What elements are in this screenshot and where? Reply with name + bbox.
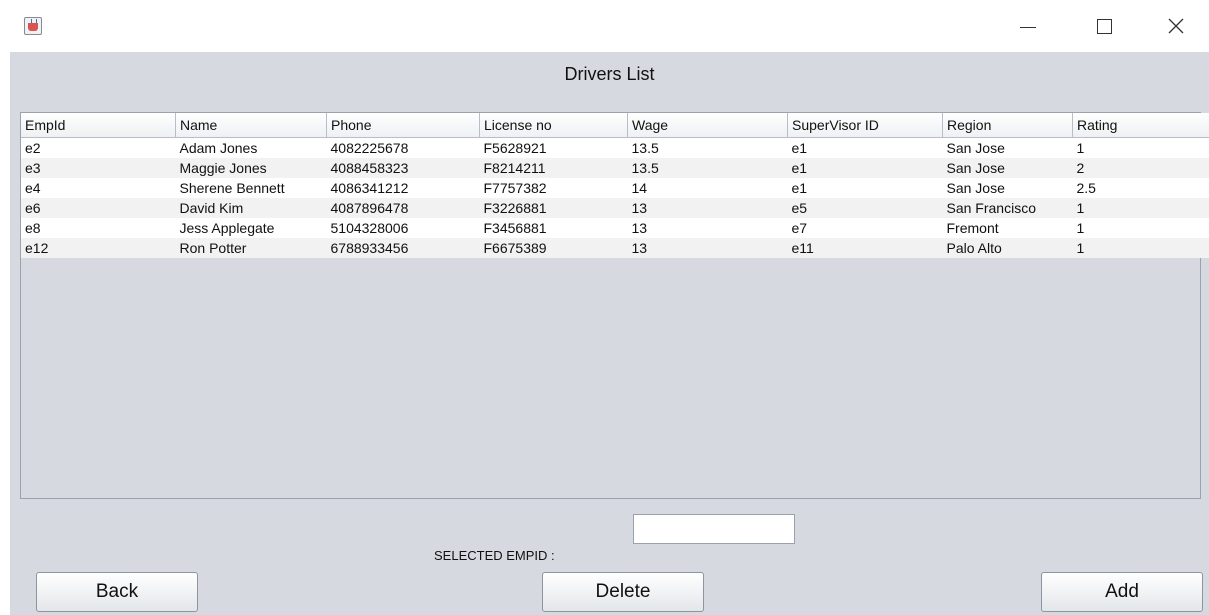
table-row[interactable]: e3 Maggie Jones 4088458323 F8214211 13.5 e1 Sa… — [21, 158, 1209, 178]
minimize-icon[interactable] — [1016, 14, 1040, 38]
table-cell: 2 — [1072, 158, 1209, 178]
table-cell: 4086341212 — [326, 178, 480, 198]
table-cell: F7757382 — [479, 178, 628, 198]
table-cell: San Jose — [942, 158, 1073, 178]
table-cell: F8214211 — [479, 158, 628, 178]
table-cell: 1 — [1072, 198, 1209, 218]
column-header[interactable]: SuperVisor ID — [787, 113, 943, 138]
table-row[interactable]: e4 Sherene Bennett 4086341212 F7757382 14 e1 S… — [21, 178, 1209, 198]
table-cell: David Kim — [175, 198, 327, 218]
table-cell: e5 — [787, 198, 943, 218]
back-button[interactable]: Back — [36, 572, 198, 612]
page-title: Drivers List — [564, 64, 655, 84]
delete-button[interactable]: Delete — [542, 572, 704, 612]
drivers-table-scroll-pane[interactable]: EmpId Name Phone License no Wage SuperVisor I… — [20, 112, 1209, 499]
table-cell: 4087896478 — [326, 198, 480, 218]
table-cell: F5628921 — [479, 137, 628, 158]
table-cell: 4088458323 — [326, 158, 480, 178]
table-cell: 13 — [627, 198, 788, 218]
column-header[interactable]: EmpId — [21, 113, 176, 138]
table-cell: Maggie Jones — [175, 158, 327, 178]
drivers-table: EmpId Name Phone License no Wage SuperVisor I… — [21, 113, 1209, 258]
table-cell: 1 — [1072, 137, 1209, 158]
column-header[interactable]: Region — [942, 113, 1073, 138]
table-row[interactable]: e12 Ron Potter 6788933456 F6675389 13 e11 Palo… — [21, 238, 1209, 258]
add-button[interactable]: Add — [1041, 572, 1203, 612]
table-cell: e4 — [21, 178, 176, 198]
table-cell: F6675389 — [479, 238, 628, 258]
column-header[interactable]: Wage — [627, 113, 788, 138]
table-cell: San Jose — [942, 178, 1073, 198]
column-header[interactable]: Rating — [1072, 113, 1209, 138]
column-header[interactable]: License no — [479, 113, 628, 138]
table-cell: 14 — [627, 178, 788, 198]
java-cup-icon — [24, 17, 42, 35]
table-cell: 13.5 — [627, 137, 788, 158]
table-cell: F3226881 — [479, 198, 628, 218]
close-icon[interactable] — [1164, 14, 1188, 38]
table-cell: Sherene Bennett — [175, 178, 327, 198]
table-cell: Adam Jones — [175, 137, 327, 158]
table-cell: 4082225678 — [326, 137, 480, 158]
table-cell: 1 — [1072, 238, 1209, 258]
selected-empid-field[interactable] — [633, 514, 795, 544]
table-cell: e11 — [787, 238, 943, 258]
table-cell: e1 — [787, 178, 943, 198]
maximize-icon[interactable] — [1092, 14, 1116, 38]
table-row[interactable]: e2 Adam Jones 4082225678 F5628921 13.5 e1 San … — [21, 137, 1209, 158]
table-cell: 13 — [627, 218, 788, 238]
table-cell: 2.5 — [1072, 178, 1209, 198]
table-cell: 13 — [627, 238, 788, 258]
table-cell: e8 — [21, 218, 176, 238]
table-cell: Fremont — [942, 218, 1073, 238]
table-header-row: EmpId Name Phone License no Wage SuperVisor I… — [21, 113, 1209, 138]
table-body: e2 Adam Jones 4082225678 F5628921 13.5 e1 San … — [21, 137, 1209, 258]
main-panel: Drivers List EmpId Name Phone License no Wag… — [10, 52, 1209, 615]
table-cell: San Francisco — [942, 198, 1073, 218]
table-row[interactable]: e8 Jess Applegate 5104328006 F3456881 13 e7 Fr… — [21, 218, 1209, 238]
title-bar — [0, 0, 1209, 52]
table-cell: 6788933456 — [326, 238, 480, 258]
table-cell: e12 — [21, 238, 176, 258]
table-cell: e1 — [787, 137, 943, 158]
table-cell: 13.5 — [627, 158, 788, 178]
column-header[interactable]: Name — [175, 113, 327, 138]
table-cell: e3 — [21, 158, 176, 178]
table-cell: Ron Potter — [175, 238, 327, 258]
table-cell: 5104328006 — [326, 218, 480, 238]
table-cell: F3456881 — [479, 218, 628, 238]
table-cell: e1 — [787, 158, 943, 178]
table-cell: e6 — [21, 198, 176, 218]
selected-empid-label: SELECTED EMPID : — [434, 548, 555, 563]
table-cell: Palo Alto — [942, 238, 1073, 258]
column-header[interactable]: Phone — [326, 113, 480, 138]
table-cell: San Jose — [942, 137, 1073, 158]
table-cell: 1 — [1072, 218, 1209, 238]
table-row[interactable]: e6 David Kim 4087896478 F3226881 13 e5 San Fra… — [21, 198, 1209, 218]
table-cell: Jess Applegate — [175, 218, 327, 238]
table-cell: e7 — [787, 218, 943, 238]
table-cell: e2 — [21, 137, 176, 158]
